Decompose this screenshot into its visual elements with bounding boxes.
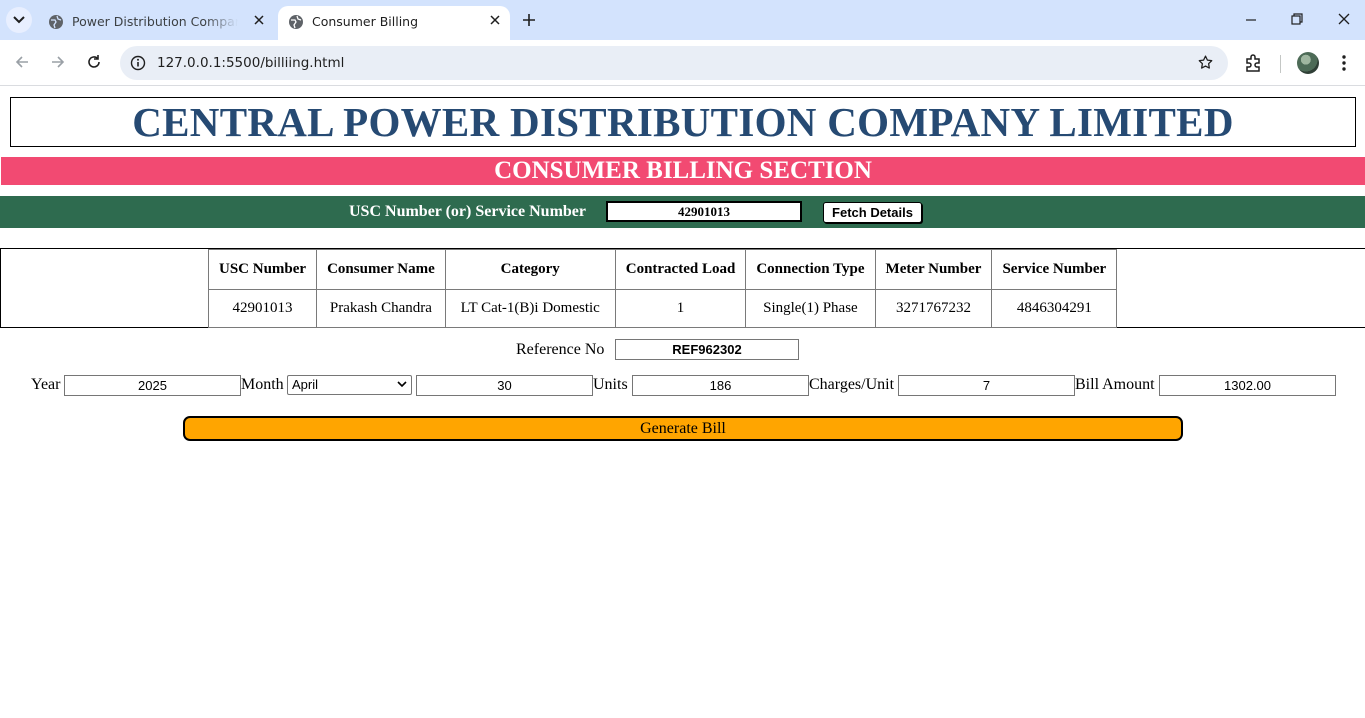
restore-icon[interactable] xyxy=(1290,12,1304,26)
header-usc-number: USC Number xyxy=(207,249,318,290)
billing-page: CENTRAL POWER DISTRIBUTION COMPANY LIMIT… xyxy=(0,87,1365,718)
address-bar[interactable]: 127.0.0.1:5500/billiing.html xyxy=(120,46,1228,80)
units-label: Units xyxy=(593,376,628,393)
tab-title: Consumer Billing xyxy=(312,14,419,29)
tab-title: Power Distribution Company Limited xyxy=(72,14,238,29)
chevron-down-icon xyxy=(397,381,407,388)
header-service-number: Service Number xyxy=(991,249,1118,290)
days-input[interactable] xyxy=(416,375,593,396)
usc-label: USC Number (or) Service Number xyxy=(349,203,586,220)
cell-usc-number: 42901013 xyxy=(207,289,318,328)
globe-icon xyxy=(49,15,63,29)
table-row: 42901013 Prakash Chandra LT Cat-1(B)i Do… xyxy=(207,289,1118,328)
reload-icon[interactable] xyxy=(86,54,102,70)
month-label: Month xyxy=(241,376,284,393)
month-select[interactable]: April xyxy=(287,375,412,395)
header-meter-number: Meter Number xyxy=(874,249,993,290)
cell-connection-type: Single(1) Phase xyxy=(745,289,876,328)
reference-label: Reference No xyxy=(516,341,605,358)
minimize-icon[interactable] xyxy=(1245,12,1257,26)
toolbar-separator xyxy=(1280,55,1281,73)
header-category: Category xyxy=(444,249,616,290)
cell-consumer-name: Prakash Chandra xyxy=(316,289,446,328)
year-input[interactable] xyxy=(64,375,241,396)
consumer-details-section: USC Number Consumer Name Category Contra… xyxy=(0,248,1365,328)
bill-amount-label: Bill Amount xyxy=(1075,376,1155,393)
new-tab-icon[interactable] xyxy=(520,11,538,29)
table-header-row: USC Number Consumer Name Category Contra… xyxy=(207,249,1118,290)
month-selected-value: April xyxy=(292,377,319,392)
tab-consumer-billing[interactable]: Consumer Billing xyxy=(278,6,510,40)
forward-arrow-icon[interactable] xyxy=(50,54,66,70)
bookmark-star-icon[interactable] xyxy=(1197,54,1214,71)
cell-category: LT Cat-1(B)i Domestic xyxy=(444,289,616,328)
header-consumer-name: Consumer Name xyxy=(316,249,446,290)
generate-bill-button[interactable]: Generate Bill xyxy=(183,416,1183,441)
usc-number-input[interactable] xyxy=(606,201,802,222)
section-title: CONSUMER BILLING SECTION xyxy=(494,157,872,184)
close-icon[interactable] xyxy=(254,15,264,25)
company-title: CENTRAL POWER DISTRIBUTION COMPANY LIMIT… xyxy=(132,99,1234,145)
section-banner: CONSUMER BILLING SECTION xyxy=(1,157,1365,185)
extensions-puzzle-icon[interactable] xyxy=(1244,53,1264,73)
globe-icon xyxy=(289,15,303,29)
year-label: Year xyxy=(31,376,61,393)
charges-per-unit-label: Charges/Unit xyxy=(809,376,895,393)
tab-search-button[interactable] xyxy=(6,7,32,33)
bill-amount-input[interactable] xyxy=(1159,375,1336,396)
browser-toolbar: 127.0.0.1:5500/billiing.html xyxy=(0,40,1365,86)
cell-service-number: 4846304291 xyxy=(991,289,1118,328)
profile-avatar[interactable] xyxy=(1297,52,1319,74)
charges-per-unit-input[interactable] xyxy=(898,375,1075,396)
reference-number-input[interactable] xyxy=(615,339,799,360)
url-text[interactable]: 127.0.0.1:5500/billiing.html xyxy=(157,55,344,71)
back-arrow-icon[interactable] xyxy=(14,54,30,70)
units-input[interactable] xyxy=(632,375,809,396)
header-connection-type: Connection Type xyxy=(745,249,876,290)
cell-contracted-load: 1 xyxy=(614,289,747,328)
consumer-details-table: USC Number Consumer Name Category Contra… xyxy=(207,249,1118,328)
header-contracted-load: Contracted Load xyxy=(614,249,747,290)
company-header-box: CENTRAL POWER DISTRIBUTION COMPANY LIMIT… xyxy=(10,97,1356,147)
tab-power-distribution[interactable]: Power Distribution Company Limited xyxy=(38,6,274,40)
site-info-icon[interactable] xyxy=(130,55,146,71)
chevron-down-icon xyxy=(13,16,25,24)
window-close-icon[interactable] xyxy=(1337,12,1351,26)
menu-kebab-icon[interactable] xyxy=(1336,53,1352,73)
browser-tab-bar: Power Distribution Company Limited Consu… xyxy=(0,0,1365,40)
lookup-bar: USC Number (or) Service Number Fetch Det… xyxy=(0,196,1365,228)
close-icon[interactable] xyxy=(490,15,500,25)
fetch-details-button[interactable]: Fetch Details xyxy=(823,202,922,223)
cell-meter-number: 3271767232 xyxy=(874,289,993,328)
